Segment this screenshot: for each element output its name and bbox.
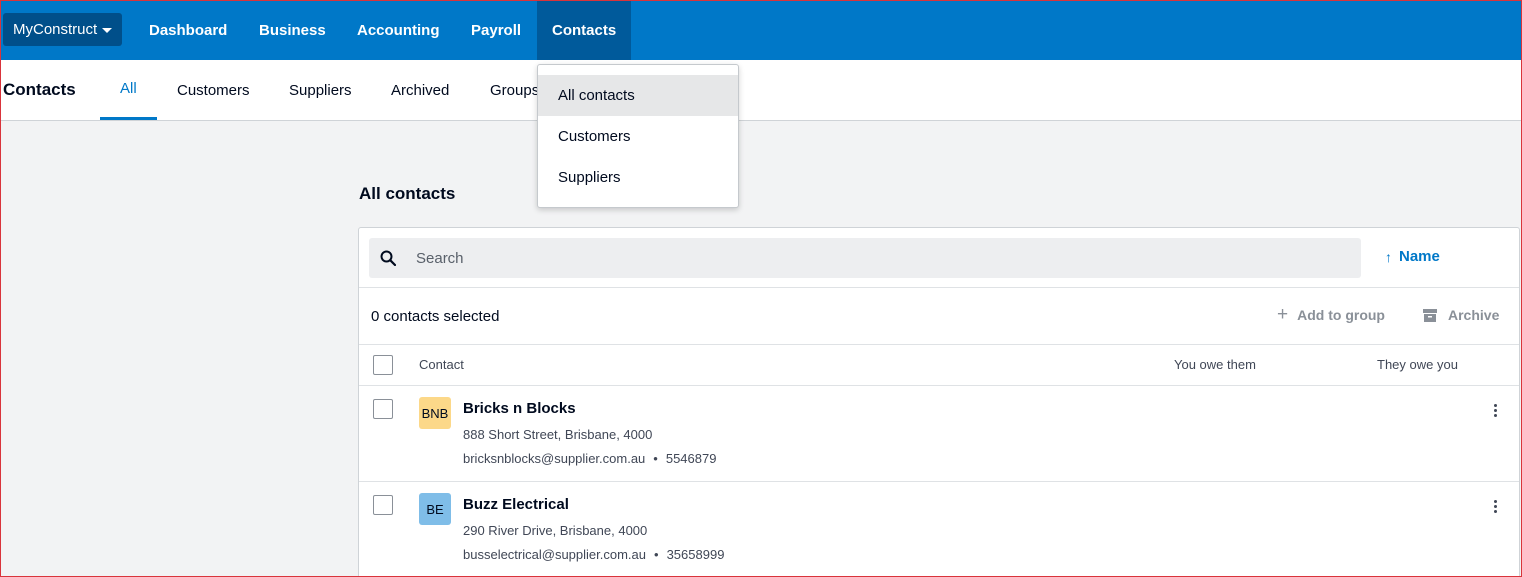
archive-label: Archive bbox=[1448, 307, 1500, 323]
row-checkbox[interactable] bbox=[373, 399, 393, 419]
more-options-icon[interactable] bbox=[1485, 496, 1505, 516]
row-checkbox[interactable] bbox=[373, 495, 393, 515]
search-input[interactable] bbox=[416, 249, 1316, 267]
arrow-up-icon: ↑ bbox=[1385, 248, 1392, 265]
avatar: BNB bbox=[419, 397, 451, 429]
contact-address: 888 Short Street, Brisbane, 4000 bbox=[463, 427, 653, 442]
table-row[interactable]: BNB Bricks n Blocks 888 Short Street, Br… bbox=[359, 386, 1519, 482]
contact-email: busselectrical@supplier.com.au bbox=[463, 547, 647, 562]
archive-button[interactable]: Archive bbox=[1423, 307, 1499, 323]
contact-meta: bricksnblocks@supplier.com.au • 5546879 bbox=[463, 451, 716, 466]
contact-address: 290 River Drive, Brisbane, 4000 bbox=[463, 523, 648, 538]
plus-icon: + bbox=[1277, 304, 1289, 325]
column-header-you-owe-them: You owe them bbox=[1174, 357, 1256, 372]
table-header-row: Contact You owe them They owe you bbox=[359, 345, 1519, 386]
tab-customers[interactable]: Customers bbox=[177, 60, 250, 120]
selected-count: 0 contacts selected bbox=[371, 308, 500, 325]
search-icon bbox=[380, 250, 396, 266]
bulk-actions-row: 0 contacts selected + Add to group Archi… bbox=[359, 288, 1519, 345]
caret-down-icon bbox=[102, 28, 113, 33]
menu-item-all-contacts[interactable]: All contacts bbox=[538, 75, 738, 116]
contact-email: bricksnblocks@supplier.com.au bbox=[463, 451, 646, 466]
page-title: All contacts bbox=[359, 184, 456, 203]
search-box bbox=[369, 238, 1361, 278]
top-navigation: MyConstruct Dashboard Business Accountin… bbox=[0, 0, 1522, 60]
sort-label: Name bbox=[1399, 248, 1440, 265]
more-options-icon[interactable] bbox=[1485, 400, 1505, 420]
tab-suppliers[interactable]: Suppliers bbox=[289, 60, 352, 120]
contacts-card: ↑ Name 0 contacts selected + Add to grou… bbox=[358, 227, 1520, 577]
avatar: BE bbox=[419, 493, 451, 525]
contact-phone: 5546879 bbox=[665, 451, 717, 466]
select-all-checkbox[interactable] bbox=[373, 355, 393, 375]
contact-meta: busselectrical@supplier.com.au • 35658999 bbox=[463, 547, 724, 562]
nav-contacts[interactable]: Contacts bbox=[537, 0, 632, 60]
contact-phone: 35658999 bbox=[666, 547, 725, 562]
nav-payroll[interactable]: Payroll bbox=[471, 0, 521, 60]
column-header-contact: Contact bbox=[419, 357, 464, 372]
separator-dot: • bbox=[653, 451, 658, 466]
organisation-name: MyConstruct bbox=[13, 21, 98, 38]
tab-archived[interactable]: Archived bbox=[391, 60, 449, 120]
nav-business[interactable]: Business bbox=[259, 0, 326, 60]
add-to-group-button[interactable]: + Add to group bbox=[1277, 304, 1385, 325]
menu-item-customers[interactable]: Customers bbox=[538, 116, 738, 157]
nav-dashboard[interactable]: Dashboard bbox=[149, 0, 227, 60]
tab-all[interactable]: All bbox=[100, 60, 157, 120]
archive-box-icon bbox=[1423, 308, 1437, 322]
table-row[interactable]: BE Buzz Electrical 290 River Drive, Bris… bbox=[359, 482, 1519, 577]
tab-groups[interactable]: Groups bbox=[490, 60, 539, 120]
nav-accounting[interactable]: Accounting bbox=[357, 0, 440, 60]
column-header-they-owe-you: They owe you bbox=[1377, 357, 1458, 372]
contact-name[interactable]: Bricks n Blocks bbox=[463, 400, 576, 417]
contact-name[interactable]: Buzz Electrical bbox=[463, 496, 569, 513]
subnav-title: Contacts bbox=[3, 80, 76, 99]
organisation-switcher-button[interactable]: MyConstruct bbox=[3, 13, 122, 46]
contacts-dropdown-menu: All contacts Customers Suppliers bbox=[537, 64, 739, 208]
contacts-subnav: Contacts All Customers Suppliers Archive… bbox=[0, 60, 1522, 121]
search-row: ↑ Name bbox=[359, 228, 1519, 288]
menu-item-suppliers[interactable]: Suppliers bbox=[538, 157, 738, 198]
separator-dot: • bbox=[654, 547, 659, 562]
add-to-group-label: Add to group bbox=[1297, 307, 1385, 323]
sort-by-name-button[interactable]: ↑ Name bbox=[1385, 248, 1440, 265]
